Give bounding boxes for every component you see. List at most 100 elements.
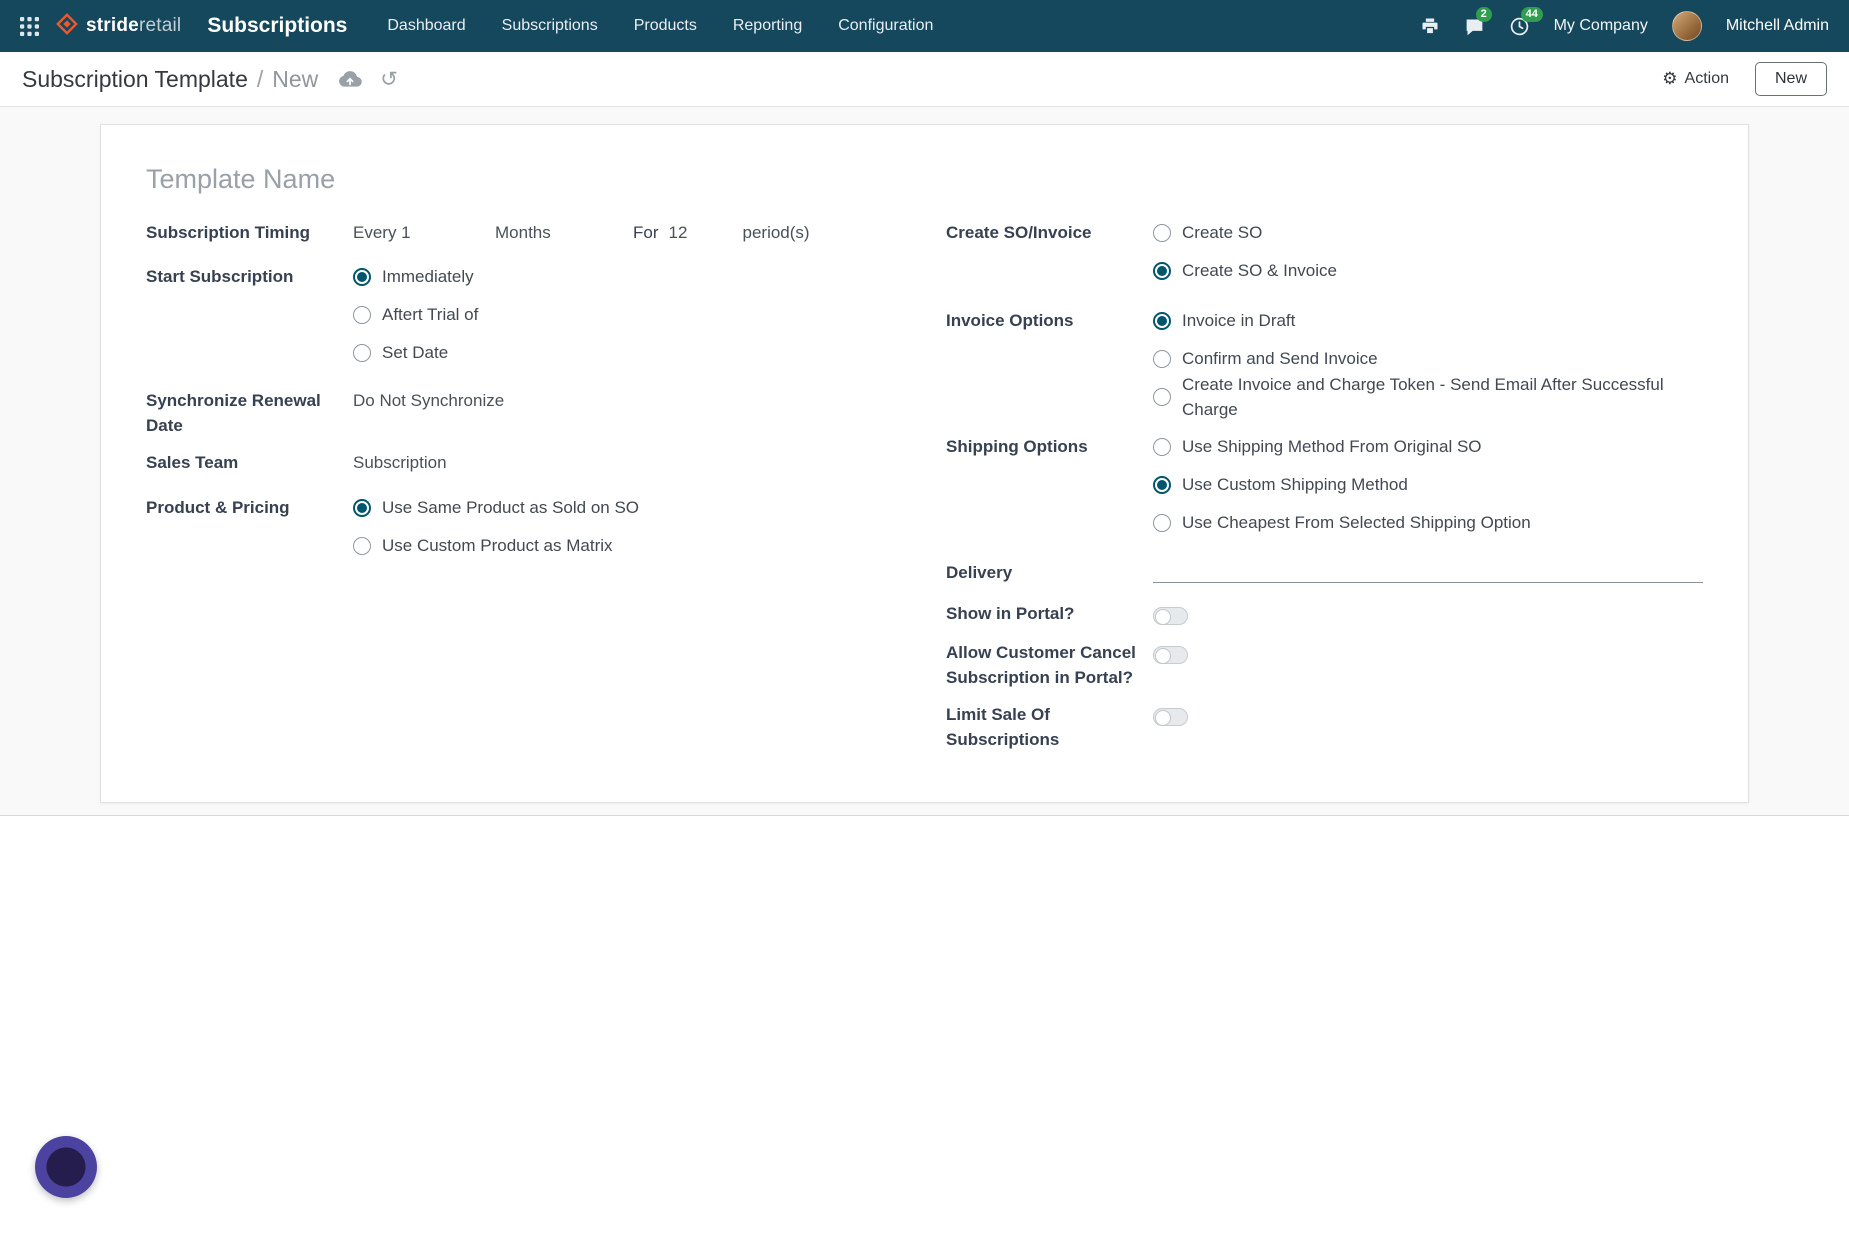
radio-invoice-in-draft[interactable]: Invoice in Draft (1153, 308, 1703, 333)
radio-cheapest-shipping-option[interactable]: Use Cheapest From Selected Shipping Opti… (1153, 510, 1703, 535)
field-start-subscription: Start Subscription Immediately Aftert Tr… (146, 264, 946, 378)
form-grid: Subscription Timing Every 1 Months For 1… (146, 220, 1703, 762)
sync-renewal-select[interactable]: Do Not Synchronize (353, 391, 504, 410)
action-menu-button[interactable]: ⚙ Action (1652, 63, 1739, 95)
radio-label: Create SO (1182, 223, 1263, 242)
messages-icon[interactable]: 2 (1464, 6, 1492, 37)
field-shipping-options: Shipping Options Use Shipping Method Fro… (946, 434, 1703, 548)
radio-label: Aftert Trial of (382, 305, 479, 324)
cloud-save-icon[interactable] (338, 70, 363, 88)
allow-customer-cancel-toggle[interactable] (1153, 646, 1188, 665)
radio-button-icon[interactable] (1153, 223, 1171, 242)
radio-start-set-date[interactable]: Set Date (353, 340, 946, 365)
radio-button-icon[interactable] (1153, 437, 1171, 456)
new-button[interactable]: New (1754, 62, 1827, 96)
user-menu[interactable]: Mitchell Admin (1726, 17, 1829, 35)
radio-shipping-from-original-so[interactable]: Use Shipping Method From Original SO (1153, 434, 1703, 459)
brand-logo-icon (56, 12, 78, 40)
apps-grid-icon[interactable] (12, 9, 46, 43)
subscription-template-form: Subscription Timing Every 1 Months For 1… (100, 124, 1749, 803)
field-invoice-options: Invoice Options Invoice in Draft Confirm… (946, 308, 1703, 422)
radio-button-icon[interactable] (353, 536, 371, 555)
radio-button-icon[interactable] (1153, 387, 1171, 406)
subscription-timing-values: Every 1 Months For 12 period(s) (353, 220, 946, 245)
radio-custom-shipping-method[interactable]: Use Custom Shipping Method (1153, 472, 1703, 497)
radio-button-icon[interactable] (353, 267, 371, 286)
timing-every-value[interactable]: Every 1 (353, 220, 495, 245)
template-name-input[interactable] (146, 157, 1003, 201)
menu-item-subscriptions[interactable]: Subscriptions (502, 17, 598, 35)
radio-start-immediately[interactable]: Immediately (353, 264, 946, 289)
user-avatar[interactable] (1671, 11, 1702, 41)
activities-clock-icon[interactable]: 44 (1509, 6, 1543, 37)
timing-period-suffix: period(s) (742, 223, 810, 242)
livechat-bubble-button[interactable] (35, 1136, 97, 1198)
sales-team-select[interactable]: Subscription (353, 453, 447, 472)
radio-button-icon[interactable] (1153, 513, 1171, 532)
menu-item-products[interactable]: Products (634, 17, 697, 35)
breadcrumb-root[interactable]: Subscription Template (22, 66, 248, 93)
create-so-invoice-label: Create SO/Invoice (946, 223, 1092, 242)
limit-sale-label: Limit Sale Of Subscriptions (946, 705, 1060, 749)
company-switcher[interactable]: My Company (1554, 17, 1648, 35)
timing-periods-value[interactable]: 12 (669, 220, 743, 245)
main-content: Subscription Timing Every 1 Months For 1… (0, 107, 1849, 1233)
radio-label: Confirm and Send Invoice (1182, 349, 1378, 368)
radio-label: Invoice in Draft (1182, 311, 1296, 330)
radio-label: Create SO & Invoice (1182, 261, 1337, 280)
radio-create-so-and-invoice[interactable]: Create SO & Invoice (1153, 258, 1703, 283)
radio-button-icon[interactable] (353, 343, 371, 362)
menu-item-reporting[interactable]: Reporting (733, 17, 802, 35)
delivery-input[interactable] (1153, 560, 1703, 583)
radio-label: Use Same Product as Sold on SO (382, 498, 640, 517)
radio-create-so[interactable]: Create SO (1153, 220, 1703, 245)
synchronize-renewal-date-value: Do Not Synchronize (353, 388, 946, 438)
field-allow-customer-cancel: Allow Customer Cancel Subscription in Po… (946, 640, 1703, 690)
brand-logo[interactable]: strideretail (56, 12, 182, 40)
control-panel: Subscription Template / New ↺ ⚙ Action N… (0, 52, 1849, 107)
limit-sale-toggle[interactable] (1153, 708, 1188, 727)
sales-team-value: Subscription (353, 450, 946, 475)
radio-button-icon[interactable] (353, 305, 371, 324)
record-status-icons: ↺ (338, 68, 398, 90)
radio-button-icon[interactable] (1153, 261, 1171, 280)
discard-undo-icon[interactable]: ↺ (380, 68, 398, 90)
radio-label: Use Custom Shipping Method (1182, 475, 1408, 494)
radio-invoice-and-charge-token[interactable]: Create Invoice and Charge Token - Send E… (1153, 375, 1703, 419)
allow-customer-cancel-label: Allow Customer Cancel Subscription in Po… (946, 643, 1136, 687)
radio-button-icon[interactable] (1153, 475, 1171, 494)
menu-item-dashboard[interactable]: Dashboard (387, 17, 465, 35)
radio-custom-product-matrix[interactable]: Use Custom Product as Matrix (353, 533, 946, 558)
radio-confirm-and-send-invoice[interactable]: Confirm and Send Invoice (1153, 346, 1703, 371)
product-pricing-options: Use Same Product as Sold on SO Use Custo… (353, 495, 946, 571)
timing-unit-select[interactable]: Months (495, 220, 633, 245)
brand-name-bold: stride (86, 15, 139, 36)
show-in-portal-label: Show in Portal? (946, 604, 1075, 623)
radio-button-icon[interactable] (1153, 349, 1171, 368)
limit-sale-value (1153, 702, 1703, 752)
current-app-name[interactable]: Subscriptions (207, 14, 347, 38)
menu-item-configuration[interactable]: Configuration (838, 17, 933, 35)
radio-button-icon[interactable] (353, 498, 371, 517)
radio-same-product-as-so[interactable]: Use Same Product as Sold on SO (353, 495, 946, 520)
product-pricing-label: Product & Pricing (146, 498, 290, 517)
radio-button-icon[interactable] (1153, 311, 1171, 330)
breadcrumb-separator: / (256, 65, 264, 92)
timing-for-label: For (633, 223, 659, 242)
print-icon[interactable] (1420, 16, 1440, 36)
radio-label: Immediately (382, 267, 474, 286)
field-show-in-portal: Show in Portal? (946, 601, 1703, 626)
radio-label: Use Shipping Method From Original SO (1182, 437, 1482, 456)
radio-start-after-trial[interactable]: Aftert Trial of (353, 302, 946, 327)
messages-badge: 2 (1475, 6, 1492, 22)
breadcrumb-current: New (272, 65, 319, 92)
subscription-timing-label: Subscription Timing (146, 223, 311, 242)
radio-label: Set Date (382, 343, 449, 362)
field-subscription-timing: Subscription Timing Every 1 Months For 1… (146, 220, 946, 245)
show-in-portal-toggle[interactable] (1153, 607, 1188, 626)
radio-label: Use Cheapest From Selected Shipping Opti… (1182, 513, 1531, 532)
field-sales-team: Sales Team Subscription (146, 450, 946, 475)
brand-name-light: retail (138, 15, 182, 36)
form-left-column: Subscription Timing Every 1 Months For 1… (146, 220, 946, 762)
field-limit-sale-of-subscriptions: Limit Sale Of Subscriptions (946, 702, 1703, 752)
